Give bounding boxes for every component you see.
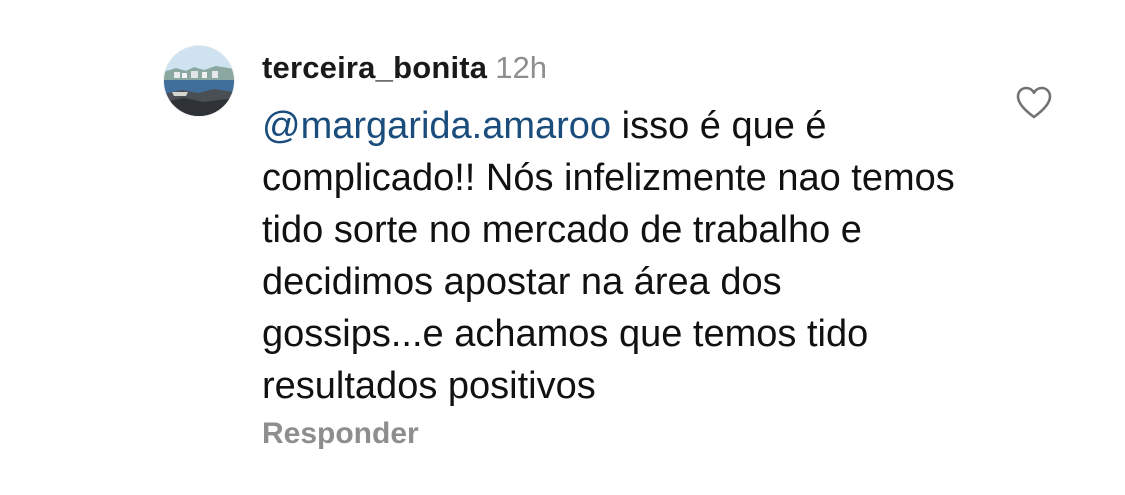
- comment-timestamp: 12h: [495, 50, 547, 85]
- comment-text: isso é que é complicado!! Nós infelizmen…: [262, 105, 955, 407]
- heart-outline-icon: [1016, 86, 1052, 119]
- comment-body: @margarida.amaroo isso é que é complicad…: [262, 100, 962, 412]
- mention-link[interactable]: @margarida.amaroo: [262, 105, 611, 147]
- like-button[interactable]: [1014, 84, 1054, 120]
- avatar-photo: [164, 46, 234, 116]
- username-link[interactable]: terceira_bonita: [262, 50, 487, 85]
- comment-item: terceira_bonita 12h @margarida.amaroo iss…: [0, 0, 1125, 495]
- comment-header: terceira_bonita 12h: [262, 48, 547, 88]
- avatar[interactable]: [164, 46, 234, 116]
- reply-button[interactable]: Responder: [262, 414, 419, 454]
